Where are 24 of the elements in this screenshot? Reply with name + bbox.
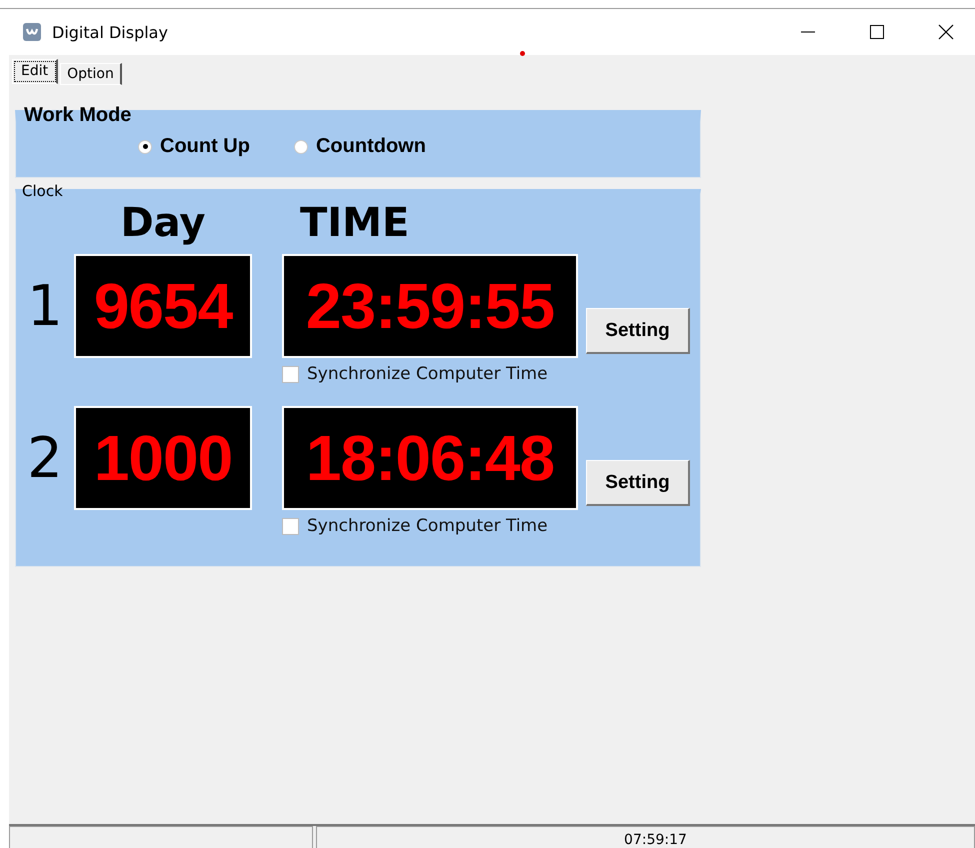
day-display: 9654 — [74, 254, 252, 358]
maximize-icon[interactable] — [869, 24, 885, 40]
group-title: Work Mode — [24, 104, 132, 127]
column-header: Day — [120, 200, 206, 246]
row-number: 1 — [27, 274, 63, 338]
app-icon — [22, 22, 42, 42]
setting-button[interactable]: Setting — [586, 460, 690, 506]
time-display: 18:06:48 — [282, 406, 578, 510]
day-display: 1000 — [74, 406, 252, 510]
status-time: 07:59:17 — [316, 826, 975, 848]
marker-dot — [520, 51, 525, 56]
group-title: Clock — [22, 182, 63, 200]
sync-checkbox[interactable]: Synchronize Computer Time — [282, 364, 700, 384]
setting-button[interactable]: Setting — [586, 308, 690, 354]
sync-checkbox[interactable]: Synchronize Computer Time — [282, 516, 700, 536]
window-title: Digital Display — [52, 22, 168, 42]
radio-option[interactable]: Count Up — [138, 135, 250, 158]
tab[interactable]: Option — [60, 63, 122, 85]
column-header: TIME — [300, 200, 410, 246]
radio-option[interactable]: Countdown — [294, 135, 426, 158]
time-display: 23:59:55 — [282, 254, 578, 358]
close-icon[interactable] — [938, 24, 954, 40]
row-number: 2 — [27, 426, 63, 490]
tab[interactable]: Edit — [12, 59, 58, 84]
